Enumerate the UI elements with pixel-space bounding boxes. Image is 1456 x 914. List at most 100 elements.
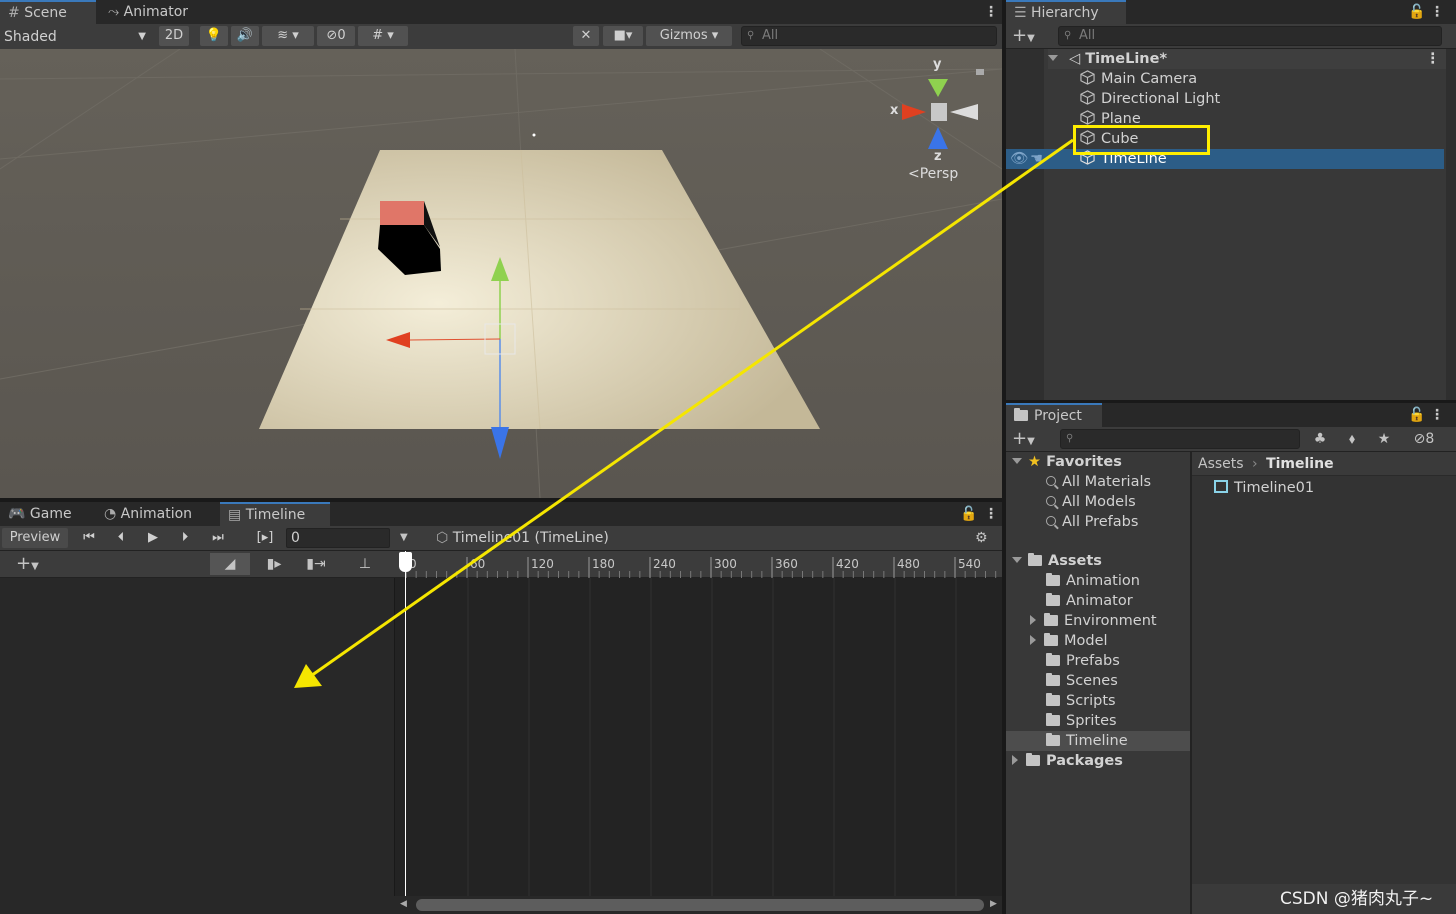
gameobject-icon: [1080, 70, 1095, 85]
project-search-input[interactable]: ⚲: [1060, 429, 1300, 449]
folder-item[interactable]: Sprites: [1046, 711, 1117, 731]
project-toolbar: +▼ ⚲ ♣ ⬧ ★ ⊘8: [1006, 427, 1456, 452]
favorite-item[interactable]: All Materials: [1046, 472, 1151, 492]
visibility-eye-icon[interactable]: 👁: [1010, 149, 1028, 169]
track-list-area[interactable]: [0, 578, 394, 896]
breadcrumb-timeline[interactable]: Timeline: [1266, 456, 1334, 472]
hierarchy-tree: ◁ TimeLine* ⋮ Main Camera Directional Li…: [1006, 49, 1456, 400]
tab-scene[interactable]: # Scene: [0, 0, 96, 24]
assets-header[interactable]: Assets: [1012, 551, 1102, 571]
prev-frame-button[interactable]: ⏴: [106, 528, 136, 548]
projection-toggle[interactable]: <Persp: [908, 166, 958, 182]
folder-item[interactable]: Animator: [1046, 591, 1133, 611]
hierarchy-search-input[interactable]: ⚲ All: [1058, 26, 1442, 46]
folder-item[interactable]: Environment: [1030, 611, 1157, 631]
tab-animator[interactable]: ⤳ Animator: [100, 0, 196, 24]
folder-icon: [1046, 573, 1060, 586]
film-icon: ▤: [228, 507, 242, 523]
shading-mode-dropdown[interactable]: Shaded ▼: [4, 27, 150, 47]
unity-scene-icon: ◁: [1069, 51, 1081, 67]
tab-hierarchy[interactable]: ☰ Hierarchy: [1006, 0, 1126, 24]
persp-label: Persp: [919, 166, 959, 182]
pickable-hand-icon[interactable]: ☚: [1030, 149, 1043, 169]
favorite-button[interactable]: ★: [1372, 429, 1396, 449]
hierarchy-add-button[interactable]: +▼: [1012, 26, 1046, 46]
frame-input[interactable]: 0: [286, 528, 390, 548]
curve-toggle-button[interactable]: ◢: [210, 553, 250, 575]
lock-icon[interactable]: [976, 65, 986, 75]
expand-arrow-icon[interactable]: [1030, 635, 1036, 645]
root-menu-icon[interactable]: ⋮: [1426, 49, 1441, 69]
playhead-handle[interactable]: [399, 552, 412, 572]
timeline-ruler[interactable]: 0 60 120 180 240 300 360 420 480 540: [395, 551, 1002, 578]
hierarchy-item[interactable]: Directional Light: [1080, 89, 1220, 109]
gizmos-dropdown[interactable]: Gizmos ▾: [646, 26, 732, 46]
expand-arrow-icon: [1012, 557, 1022, 563]
folder-item-selected[interactable]: Timeline: [1006, 731, 1190, 751]
play-button[interactable]: ▶: [138, 528, 168, 548]
folder-item[interactable]: Prefabs: [1046, 651, 1120, 671]
filter-label-button[interactable]: ⬧: [1340, 429, 1364, 449]
filter-type-button[interactable]: ♣: [1308, 429, 1332, 449]
hierarchy-menu-icon[interactable]: ⋮: [1422, 0, 1452, 24]
hidden-objects-toggle[interactable]: ⊘0: [317, 26, 355, 46]
clock-icon: ◔: [104, 506, 117, 522]
eye-slash-icon: ⊘: [326, 28, 338, 43]
asset-file[interactable]: Timeline01: [1214, 478, 1314, 498]
scene-tabbar: # Scene ⤳ Animator ⋮: [0, 0, 1002, 24]
expand-arrow-icon[interactable]: [1030, 615, 1036, 625]
packages-header[interactable]: Packages: [1012, 751, 1123, 771]
timeline-clip-area[interactable]: [394, 578, 1002, 896]
hierarchy-item[interactable]: Main Camera: [1080, 69, 1197, 89]
goto-end-button[interactable]: ⏭: [202, 528, 234, 548]
audio-toggle-button[interactable]: 🔊: [231, 26, 259, 46]
preview-button[interactable]: Preview: [2, 528, 68, 548]
expand-arrow-icon[interactable]: [1012, 755, 1018, 765]
add-track-button[interactable]: +▼: [16, 554, 62, 574]
folder-item[interactable]: Animation: [1046, 571, 1140, 591]
tools-button[interactable]: ✕: [573, 26, 599, 46]
hierarchy-item-selected[interactable]: 👁 ☚ TimeLine: [1006, 149, 1444, 169]
favorites-label: Favorites: [1046, 454, 1122, 470]
timeline-settings-button[interactable]: ⚙: [975, 528, 995, 548]
folder-item[interactable]: Model: [1030, 631, 1108, 651]
timeline-scrollbar[interactable]: [416, 899, 984, 911]
project-menu-icon[interactable]: ⋮: [1422, 403, 1452, 427]
toggle-2d-button[interactable]: 2D: [159, 26, 189, 46]
tab-animation-label: Animation: [120, 506, 193, 522]
breadcrumb-assets[interactable]: Assets: [1198, 456, 1244, 472]
favorite-item-label: All Models: [1062, 494, 1136, 510]
hidden-packages-toggle[interactable]: ⊘8: [1404, 429, 1444, 449]
next-frame-button[interactable]: ⏵: [170, 528, 200, 548]
frame-dropdown[interactable]: ▼: [400, 528, 416, 548]
project-add-button[interactable]: +▼: [1012, 429, 1046, 449]
hierarchy-scrollbar[interactable]: [1446, 49, 1456, 400]
scene-search-input[interactable]: ⚲ All: [741, 26, 997, 46]
ripple-mode-button[interactable]: ▮⇥: [298, 553, 334, 575]
favorite-item[interactable]: All Prefabs: [1046, 512, 1138, 532]
timeline-asset-selector[interactable]: ⬡ Timeline01 (TimeLine): [436, 528, 609, 548]
tab-project[interactable]: Project: [1006, 403, 1102, 427]
play-range-button[interactable]: [▸]: [250, 528, 280, 548]
favorite-item[interactable]: All Models: [1046, 492, 1136, 512]
camera-dropdown[interactable]: ■▾: [603, 26, 643, 46]
hierarchy-root[interactable]: ◁ TimeLine* ⋮: [1048, 49, 1448, 69]
goto-start-button[interactable]: ⏮: [74, 528, 104, 548]
pin-button[interactable]: ⊥: [350, 553, 380, 575]
scroll-right-icon[interactable]: ▶: [990, 899, 997, 909]
effects-dropdown[interactable]: ≋ ▾: [262, 26, 314, 46]
folder-item[interactable]: Scripts: [1046, 691, 1116, 711]
favorites-header[interactable]: ★ Favorites: [1012, 452, 1122, 472]
orientation-gizmo[interactable]: y x z <Persp: [888, 57, 988, 197]
tab-timeline[interactable]: ▤ Timeline: [220, 502, 330, 526]
grid-snap-dropdown[interactable]: # ▾: [358, 26, 408, 46]
playhead-line[interactable]: [405, 551, 406, 896]
clip-edit-mode-button[interactable]: ▮▸: [256, 553, 292, 575]
scroll-left-icon[interactable]: ◀: [400, 899, 407, 909]
tab-animation[interactable]: ◔ Animation: [96, 502, 200, 526]
folder-item[interactable]: Scenes: [1046, 671, 1118, 691]
scene-viewport[interactable]: y x z <Persp: [0, 49, 1002, 498]
tab-game[interactable]: 🎮 Game: [0, 502, 80, 526]
folder-icon: [1046, 733, 1060, 746]
lighting-toggle-button[interactable]: 💡: [200, 26, 228, 46]
